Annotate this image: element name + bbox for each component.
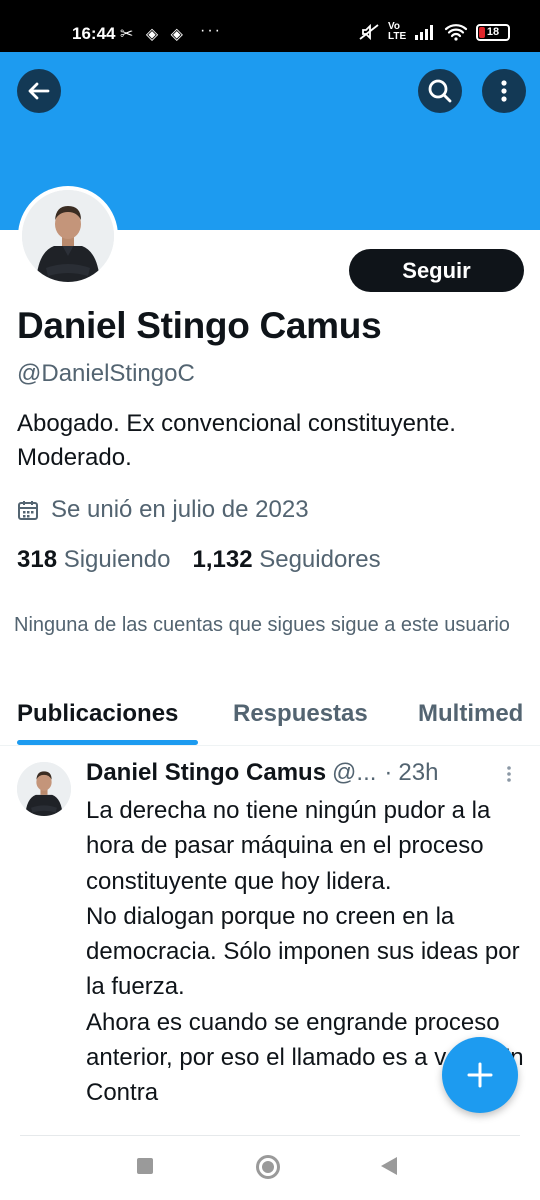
tweet-more-button[interactable] bbox=[506, 765, 512, 788]
more-vertical-icon bbox=[507, 766, 511, 782]
status-time: 16:44 bbox=[72, 24, 116, 43]
joined-date: Se unió en julio de 2023 bbox=[17, 496, 309, 524]
joined-label: Se unió en julio de 2023 bbox=[51, 496, 309, 523]
tweet-header: Daniel Stingo Camus @... · 23h bbox=[86, 759, 526, 787]
profile-bio: Abogado. Ex convencional constituyente. … bbox=[17, 410, 456, 471]
following-count: 318 bbox=[17, 546, 58, 573]
plus-icon bbox=[467, 1062, 493, 1088]
battery-icon: 18 bbox=[476, 23, 510, 41]
compose-button[interactable] bbox=[442, 1037, 518, 1113]
tab-replies[interactable]: Respuestas bbox=[233, 700, 368, 728]
profile-tabs: Publicaciones Respuestas Multimed bbox=[0, 690, 540, 746]
tweet-avatar[interactable] bbox=[17, 762, 71, 816]
tab-posts[interactable]: Publicaciones bbox=[17, 700, 178, 728]
back-button[interactable] bbox=[17, 69, 61, 113]
tweet-timestamp[interactable]: 23h bbox=[398, 759, 438, 787]
status-icons: Vo LTE 18 bbox=[358, 22, 510, 42]
followers-link[interactable]: 1,132 Seguidores bbox=[192, 546, 380, 574]
tweet-author-name[interactable]: Daniel Stingo Camus bbox=[86, 759, 326, 787]
wifi-icon bbox=[444, 24, 468, 41]
mute-icon bbox=[359, 23, 379, 41]
profile-handle: @DanielStingoC bbox=[17, 360, 195, 387]
following-link[interactable]: 318 Siguiendo bbox=[17, 546, 170, 574]
home-button[interactable] bbox=[256, 1155, 280, 1179]
more-options-button[interactable] bbox=[482, 69, 526, 113]
system-nav-bar bbox=[0, 1136, 540, 1200]
calendar-icon bbox=[18, 501, 38, 520]
profile-avatar[interactable] bbox=[18, 186, 118, 286]
search-icon bbox=[428, 79, 452, 103]
tweet-separator: · bbox=[384, 759, 393, 786]
followers-label: Seguidores bbox=[259, 546, 381, 573]
active-tab-indicator bbox=[17, 740, 198, 745]
followers-you-know-note: Ninguna de las cuentas que sigues sigue … bbox=[14, 614, 510, 636]
tab-media[interactable]: Multimed bbox=[418, 700, 523, 728]
tweet-author-handle[interactable]: @... bbox=[332, 759, 376, 787]
more-vertical-icon bbox=[501, 80, 507, 102]
signal-icon bbox=[415, 25, 433, 40]
notification-icons: ✂ ◈ ◈ bbox=[120, 26, 187, 43]
system-back-button[interactable] bbox=[381, 1157, 397, 1175]
arrow-left-icon bbox=[28, 82, 50, 100]
profile-display-name: Daniel Stingo Camus bbox=[17, 305, 382, 346]
battery-level: 18 bbox=[486, 25, 500, 38]
search-button[interactable] bbox=[418, 69, 462, 113]
avatar-photo bbox=[22, 190, 114, 282]
following-label: Siguiendo bbox=[63, 546, 171, 573]
recents-button[interactable] bbox=[137, 1158, 153, 1174]
followers-count: 1,132 bbox=[192, 546, 253, 573]
follow-stats: 318 Siguiendo 1,132 Seguidores bbox=[17, 546, 381, 574]
avatar-photo bbox=[17, 762, 71, 816]
network-label: Vo LTE bbox=[388, 21, 407, 42]
follow-button[interactable]: Seguir bbox=[349, 249, 524, 292]
more-notifications-icon: ··· bbox=[200, 22, 222, 39]
status-bar: 16:44 ✂ ◈ ◈ ··· Vo LTE 18 bbox=[0, 0, 540, 52]
